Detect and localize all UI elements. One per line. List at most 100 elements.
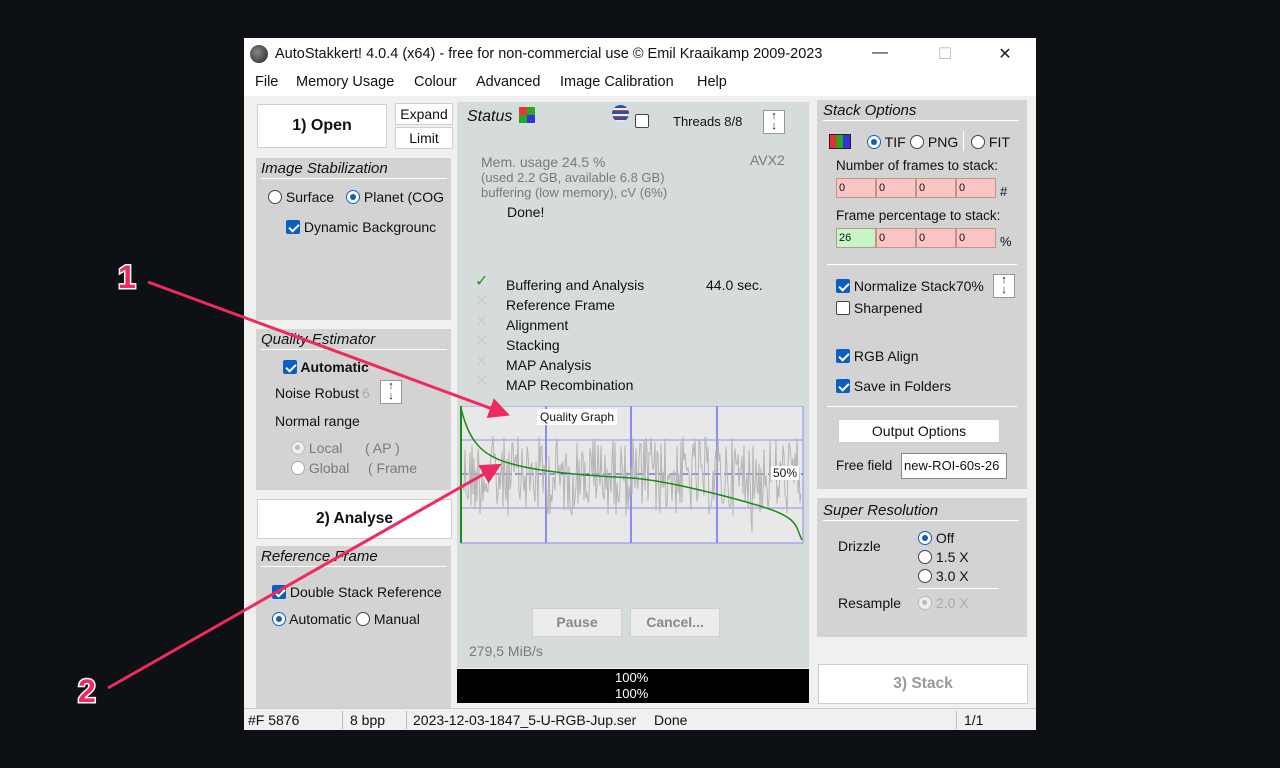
num-frames-input[interactable]: 0	[916, 178, 956, 198]
rgb-align-option[interactable]: RGB Align	[836, 348, 918, 364]
reference-automatic-radio[interactable]	[272, 612, 286, 626]
frame-pct-input[interactable]: 0	[956, 228, 996, 248]
format-png-label: PNG	[927, 134, 958, 150]
reference-manual-radio[interactable]	[356, 612, 370, 626]
task-pending-cross-icon: ✕	[475, 373, 489, 390]
frame-pct-suffix: %	[1000, 234, 1012, 249]
drizzle-off-radio[interactable]	[918, 531, 932, 545]
double-stack-option[interactable]: Double Stack Reference	[272, 584, 442, 600]
reference-manual-option[interactable]: Manual	[356, 611, 420, 627]
format-tif-option[interactable]: TIF	[867, 134, 906, 150]
automatic-quality-option[interactable]: Automatic	[283, 359, 369, 375]
free-field-input[interactable]: new-ROI-60s-26	[901, 453, 1007, 479]
status-file: 2023-12-03-1847_5-U-RGB-Jup.ser	[413, 712, 637, 728]
global-option[interactable]: Global	[291, 460, 349, 476]
options-divider	[827, 264, 1017, 265]
mem-usage-text: Mem. usage 24.5 %	[481, 154, 606, 170]
num-frames-input[interactable]: 0	[876, 178, 916, 198]
format-png-option[interactable]: PNG	[910, 134, 958, 150]
task-label: Reference Frame	[506, 297, 615, 313]
format-tif-radio[interactable]	[867, 135, 881, 149]
menu-help[interactable]: Help	[697, 74, 727, 90]
expand-button[interactable]: Expand	[395, 103, 453, 125]
resample-20-radio[interactable]	[918, 596, 932, 610]
local-option[interactable]: Local	[291, 440, 342, 456]
globe-icon	[612, 105, 629, 122]
window-title: AutoStakkert! 4.0.4 (x64) - free for non…	[275, 46, 823, 62]
format-png-radio[interactable]	[910, 135, 924, 149]
format-fit-radio[interactable]	[971, 135, 985, 149]
super-resolution-panel: Super Resolution Drizzle Off 1.5 X 3.0 X…	[817, 498, 1027, 637]
drizzle-off-option[interactable]: Off	[918, 530, 954, 546]
frame-pct-input[interactable]: 0	[916, 228, 956, 248]
avx-label: AVX2	[750, 152, 785, 168]
save-folders-checkbox[interactable]	[836, 379, 850, 393]
rgb-align-checkbox[interactable]	[836, 349, 850, 363]
planet-radio[interactable]	[346, 190, 360, 204]
num-frames-input[interactable]: 0	[836, 178, 876, 198]
noise-robust-value[interactable]: 6	[362, 385, 370, 401]
threads-label: Threads 8/8	[673, 114, 743, 129]
status-divider	[342, 711, 343, 729]
globe-checkbox[interactable]	[635, 114, 649, 128]
drizzle-15-label: 1.5 X	[935, 549, 969, 565]
normalize-spinner-icon[interactable]: ↑ ↓	[993, 274, 1015, 298]
menu-advanced[interactable]: Advanced	[476, 74, 541, 90]
normalize-option[interactable]: Normalize Stack70%	[836, 278, 984, 294]
automatic-quality-label: Automatic	[300, 359, 369, 375]
drizzle-15-radio[interactable]	[918, 550, 932, 564]
close-button[interactable]: ✕	[990, 44, 1020, 64]
global-frame-label: ( Frame	[368, 460, 417, 476]
sharpened-checkbox[interactable]	[836, 301, 850, 315]
save-folders-option[interactable]: Save in Folders	[836, 378, 951, 394]
surface-option[interactable]: Surface	[268, 189, 334, 205]
reference-frame-title: Reference Frame	[261, 548, 447, 567]
drizzle-30-option[interactable]: 3.0 X	[918, 568, 969, 584]
maximize-button[interactable]: ☐	[930, 44, 960, 64]
format-fit-option[interactable]: FIT	[971, 134, 1010, 150]
sharpened-option[interactable]: Sharpened	[836, 300, 922, 316]
quality-graph	[460, 406, 804, 544]
menu-image-calibration[interactable]: Image Calibration	[560, 74, 674, 90]
annotation-label-2: 2	[78, 673, 96, 709]
automatic-quality-checkbox[interactable]	[283, 360, 297, 374]
reference-manual-label: Manual	[373, 611, 420, 627]
dynamic-background-option[interactable]: Dynamic Backgrounc	[286, 219, 450, 235]
cancel-button[interactable]: Cancel...	[630, 608, 720, 637]
task-label: Buffering and Analysis	[506, 277, 645, 293]
status-state: Done	[654, 712, 688, 728]
noise-robust-spinner-icon[interactable]: ↑ ↓	[380, 380, 402, 404]
dynamic-background-checkbox[interactable]	[286, 220, 300, 234]
frame-pct-input[interactable]: 26	[836, 228, 876, 248]
local-radio[interactable]	[291, 441, 305, 455]
normalize-checkbox[interactable]	[836, 279, 850, 293]
analyse-button[interactable]: 2) Analyse	[257, 499, 452, 539]
threads-spinner-icon[interactable]: ↑ ↓	[763, 110, 785, 134]
num-frames-input[interactable]: 0	[956, 178, 996, 198]
normal-range-label: Normal range	[275, 413, 360, 429]
format-tif-label: TIF	[884, 134, 906, 150]
global-radio[interactable]	[291, 461, 305, 475]
resample-20-option[interactable]: 2.0 X	[918, 595, 969, 611]
reference-automatic-option[interactable]: Automatic	[272, 611, 351, 627]
limit-button[interactable]: Limit	[395, 127, 453, 149]
drizzle-30-radio[interactable]	[918, 569, 932, 583]
drizzle-15-option[interactable]: 1.5 X	[918, 549, 969, 565]
pause-button[interactable]: Pause	[532, 608, 622, 637]
minimize-button[interactable]: —	[865, 44, 895, 64]
menu-bar: File Memory Usage Colour Advanced Image …	[244, 70, 1036, 96]
drizzle-divider	[918, 588, 998, 589]
planet-option[interactable]: Planet (COG	[346, 189, 446, 205]
frame-pct-input[interactable]: 0	[876, 228, 916, 248]
menu-memory-usage[interactable]: Memory Usage	[296, 74, 394, 90]
menu-colour[interactable]: Colour	[414, 74, 457, 90]
surface-radio[interactable]	[268, 190, 282, 204]
menu-file[interactable]: File	[255, 74, 278, 90]
output-options-button[interactable]: Output Options	[838, 419, 1000, 443]
image-stabilization-title: Image Stabilization	[261, 160, 447, 179]
open-button[interactable]: 1) Open	[257, 104, 387, 148]
stack-button[interactable]: 3) Stack	[818, 664, 1028, 704]
double-stack-checkbox[interactable]	[272, 585, 286, 599]
progress-bottom: 100%	[615, 686, 649, 701]
buffering-text: buffering (low memory), cV (6%)	[481, 185, 668, 200]
